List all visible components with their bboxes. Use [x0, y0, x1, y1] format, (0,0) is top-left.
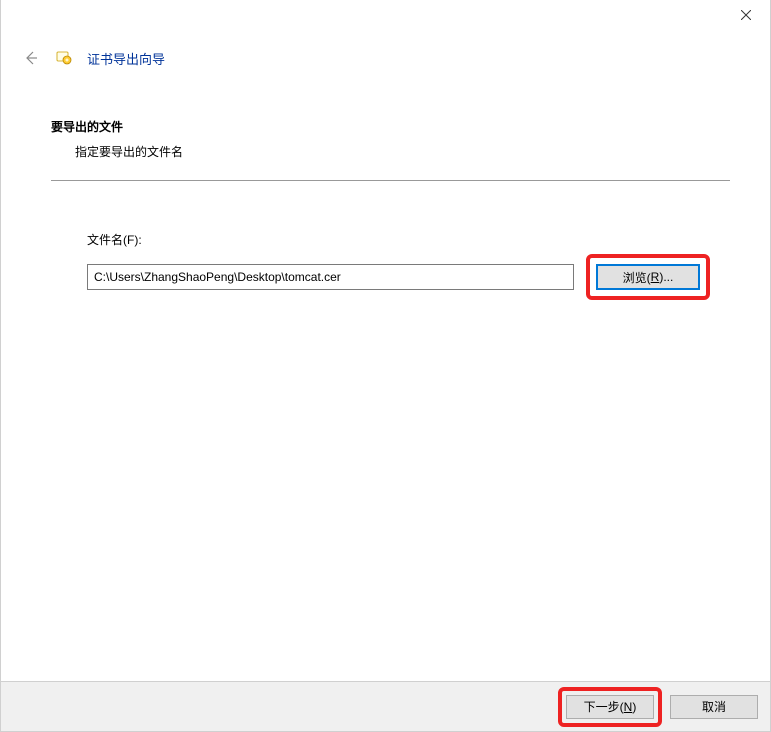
- titlebar: [1, 0, 770, 30]
- next-highlight: 下一步(N): [558, 687, 662, 727]
- cancel-button[interactable]: 取消: [670, 695, 758, 719]
- wizard-title: 证书导出向导: [87, 49, 165, 68]
- filename-row: 浏览(R)...: [87, 254, 710, 300]
- close-icon: [741, 10, 751, 20]
- filename-label: 文件名(F):: [87, 231, 710, 248]
- wizard-window: 证书导出向导 要导出的文件 指定要导出的文件名 文件名(F): 浏览(R)...…: [0, 0, 771, 732]
- section-subheading: 指定要导出的文件名: [75, 143, 730, 160]
- wizard-header: 证书导出向导: [1, 30, 770, 78]
- divider: [51, 180, 730, 181]
- wizard-footer: 下一步(N) 取消: [1, 681, 770, 731]
- browse-highlight: 浏览(R)...: [586, 254, 710, 300]
- next-button[interactable]: 下一步(N): [566, 695, 654, 719]
- close-button[interactable]: [736, 5, 756, 25]
- browse-button[interactable]: 浏览(R)...: [596, 264, 700, 290]
- filename-input[interactable]: [87, 264, 574, 290]
- back-button[interactable]: [21, 48, 41, 68]
- filename-field-block: 文件名(F): 浏览(R)...: [51, 231, 730, 300]
- back-arrow-icon: [23, 50, 39, 66]
- content-area: 要导出的文件 指定要导出的文件名 文件名(F): 浏览(R)...: [1, 78, 770, 300]
- section-heading: 要导出的文件: [51, 118, 730, 135]
- certificate-wizard-icon: [55, 49, 73, 67]
